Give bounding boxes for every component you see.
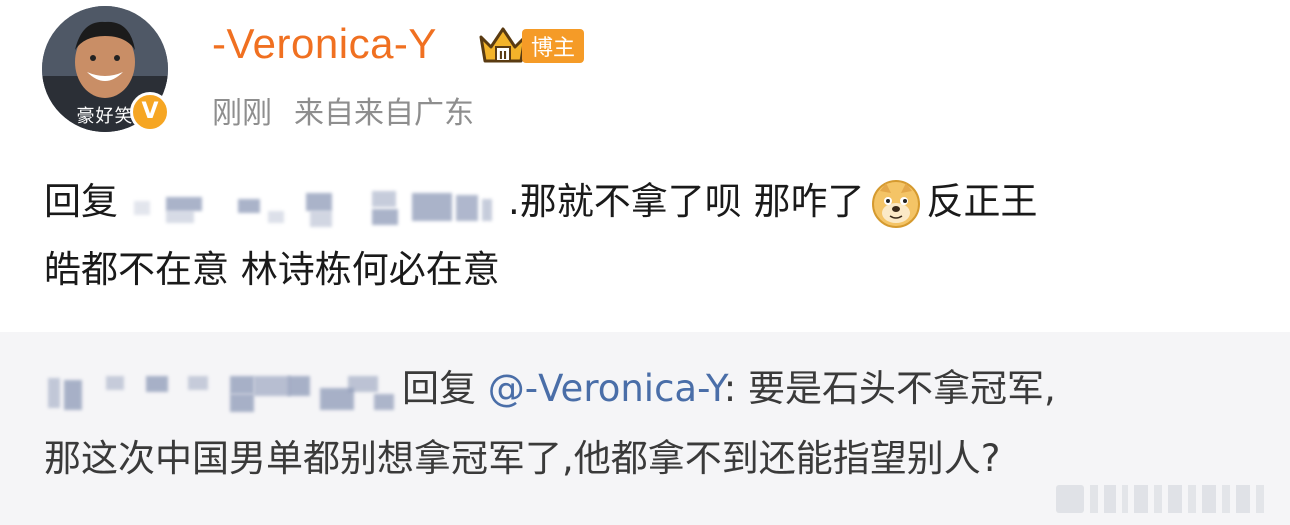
content-line-1-text: .那就不拿了呗 那咋了 <box>508 180 865 223</box>
post-time: 刚刚 <box>212 96 272 131</box>
quoted-reply-text: 回复 @-Veronica-Y: 要是石头不拿冠军, 那这次中国男单都别想拿冠军… <box>44 354 1254 494</box>
watermark-icon <box>1056 485 1264 513</box>
author-name[interactable]: -Veronica-Y <box>212 20 437 68</box>
post-content: 回复 .那就不拿了呗 那咋了 反正王 皓都不在意 林诗栋何必在意 <box>44 168 1254 304</box>
quoted-reply[interactable]: 回复 @-Veronica-Y: 要是石头不拿冠军, 那这次中国男单都别想拿冠军… <box>0 332 1290 525</box>
content-line-1-end: 反正王 <box>926 180 1038 223</box>
verified-badge-label: V <box>141 99 159 124</box>
verified-badge-icon: V <box>130 92 170 132</box>
reply-prefix: 回复 <box>44 180 118 223</box>
content-line-1: 回复 .那就不拿了呗 那咋了 反正王 <box>44 168 1254 236</box>
post-meta: 刚刚 来自来自广东 <box>212 88 474 132</box>
blurred-quote-username <box>48 368 398 414</box>
crown-icon: II <box>479 27 527 63</box>
quote-line-1-text: : 要是石头不拿冠军, <box>723 367 1056 410</box>
mention-link[interactable]: @-Veronica-Y <box>488 367 724 410</box>
quote-reply-prefix: 回复 <box>402 367 476 410</box>
quote-line-1: 回复 @-Veronica-Y: 要是石头不拿冠军, <box>44 354 1254 424</box>
svg-text:II: II <box>499 49 507 62</box>
blogger-tag: 博主 <box>522 29 584 63</box>
post-source: 来自来自广东 <box>294 96 474 131</box>
doge-icon <box>871 179 920 228</box>
blurred-username <box>122 181 504 227</box>
content-line-2: 皓都不在意 林诗栋何必在意 <box>44 248 500 291</box>
